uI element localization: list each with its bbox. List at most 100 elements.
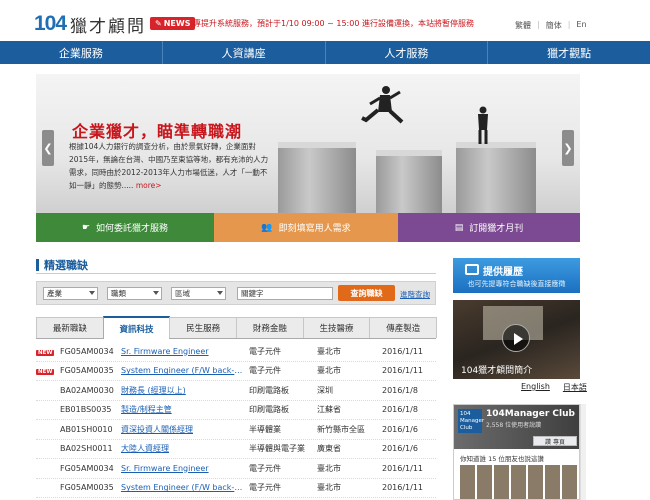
job-industry: 電子元件 (249, 463, 281, 473)
job-code: BA02AM0030 (60, 385, 114, 395)
region-select[interactable]: 區域 (171, 287, 226, 300)
job-code: FG05AM0034 (60, 346, 114, 356)
job-location: 深圳 (317, 385, 333, 395)
pillar-3 (456, 148, 536, 214)
job-date: 2016/1/6 (382, 424, 418, 434)
video-caption: 104獵才顧問簡介 (461, 366, 533, 376)
hero-banner[interactable]: 企業獵才，瞄準轉職潮 根據104人力銀行的調查分析，由於景氣好轉，企業面對201… (36, 74, 580, 214)
job-code: BA02SH0011 (60, 444, 113, 454)
resume-icon (465, 264, 479, 275)
cta-fill-requirement[interactable]: 👥 即刻填寫用人需求 (214, 213, 398, 242)
video-lang-english[interactable]: English (521, 382, 550, 393)
club-logo: 104 Manager Club (458, 409, 485, 433)
job-date: 2016/1/11 (382, 366, 424, 376)
intro-video[interactable]: 104獵才顧問簡介 (453, 300, 580, 379)
job-industry: 半導體業 (249, 424, 281, 434)
job-location: 臺北市 (317, 346, 341, 356)
banner-body: 根據104人力銀行的調查分析，由於景氣好轉，企業面對2015年，無論在台灣、中國… (69, 142, 269, 190)
job-industry: 印刷電路板 (249, 385, 289, 395)
tab-consumer-services[interactable]: 民生服務 (169, 317, 238, 338)
job-title-link[interactable]: 財務長 (經理以上) (121, 385, 249, 396)
tab-manufacturing[interactable]: 傳產製造 (369, 317, 438, 338)
divider (36, 273, 436, 274)
table-row: BA02SH0011 大陸人資經理 半導體與電子業 廣東省 2016/1/6 (36, 440, 436, 459)
submit-resume-button[interactable]: 提供履歷 也可先提專符合職缺後直接應徵 (453, 258, 580, 293)
job-title-link[interactable]: Sr. Firmware Engineer (121, 347, 249, 356)
job-title-link[interactable]: 大陸人資經理 (121, 443, 249, 454)
lang-english[interactable]: En (576, 20, 586, 31)
job-code: FG05AM0034 (60, 463, 114, 473)
advanced-search-link[interactable]: 進階查詢 (400, 289, 430, 300)
search-jobs-button[interactable]: 查詢職缺 (338, 285, 395, 301)
nav-talent-service[interactable]: 人才服務 (326, 41, 489, 64)
pillar-2-top (376, 150, 442, 156)
job-location: 臺北市 (317, 463, 341, 473)
chevron-down-icon (217, 291, 223, 295)
new-badge: NEW (36, 349, 55, 356)
banner-next-arrow[interactable]: ❯ (562, 130, 574, 166)
club-post-text: 你知道誰 15 位朋友也說這讚 (460, 455, 544, 463)
standing-businessman (478, 106, 488, 144)
banner-more-link[interactable]: more> (136, 181, 162, 190)
video-lang-japanese[interactable]: 日本語 (563, 382, 587, 393)
lang-traditional[interactable]: 繁體 (515, 20, 531, 31)
resume-title: 提供履歷 (483, 267, 523, 278)
job-code: FG05AM0035 (60, 483, 114, 493)
job-category-tabs: 最新職缺 資訊科技 民生服務 財務金融 生技醫療 傳產製造 (36, 316, 438, 339)
main-nav: 企業服務 人資講座 人才服務 獵才觀點 (0, 41, 650, 64)
cta-how-to-commission[interactable]: ☛ 如何委託獵才服務 (36, 213, 214, 242)
job-code: FG05AM0035 (60, 366, 114, 376)
job-location: 江蘇省 (317, 405, 341, 415)
maintenance-notice: 專提升系統服務，預計于1/10 09:00 ~ 15:00 進行設備運換，本站將… (193, 19, 474, 28)
tab-finance[interactable]: 財務金融 (236, 317, 304, 338)
pillar-3-top (456, 142, 536, 148)
language-switcher: 繁體 | 簡体 | En (515, 20, 587, 31)
job-date: 2016/1/8 (382, 385, 418, 395)
friend-thumbnails (460, 465, 577, 499)
tab-it[interactable]: 資訊科技 (102, 316, 171, 339)
news-badge: ✎ NEWS (150, 17, 196, 30)
site-logo[interactable]: 104 獵才顧問 (34, 12, 147, 37)
play-icon[interactable] (502, 324, 530, 352)
hand-icon: ☛ (81, 222, 91, 233)
job-location: 臺北市 (317, 483, 341, 493)
banner-headline: 企業獵才，瞄準轉職潮 (72, 122, 243, 141)
job-date: 2016/1/11 (382, 463, 424, 473)
scrollbar[interactable] (580, 404, 586, 500)
job-title-link[interactable]: 製造/制程主管 (121, 404, 249, 415)
video-language-links: English 日本語 (521, 382, 587, 393)
job-title-link[interactable]: System Engineer (F/W back-end) (121, 483, 249, 492)
chevron-down-icon (153, 291, 159, 295)
jumping-businessman (361, 86, 404, 124)
job-search-bar: 產業 職類 區域 關鍵字 查詢職缺 進階查詢 (36, 281, 436, 305)
cta-subscribe-monthly[interactable]: ▤ 訂閱獵才月刊 (398, 213, 580, 242)
like-page-button[interactable]: 讚 專頁 (533, 436, 577, 446)
job-title-link[interactable]: Sr. Firmware Engineer (121, 464, 249, 473)
table-row: AB01SH0010 資深投資人關係經理 半導體業 新竹縣市全區 2016/1/… (36, 420, 436, 440)
category-select[interactable]: 職類 (107, 287, 162, 300)
nav-insights[interactable]: 獵才觀點 (488, 41, 650, 64)
newsletter-icon: ▤ (454, 222, 464, 233)
keyword-input[interactable]: 關鍵字 (237, 287, 333, 300)
nav-hr-seminar[interactable]: 人資講座 (163, 41, 326, 64)
industry-select[interactable]: 產業 (43, 287, 98, 300)
section-marker (36, 259, 39, 271)
job-code: AB01SH0010 (60, 424, 113, 434)
tab-latest[interactable]: 最新職缺 (36, 317, 104, 338)
divider: | (537, 20, 540, 29)
job-industry: 電子元件 (249, 483, 281, 493)
job-industry: 半導體與電子業 (249, 444, 305, 454)
nav-enterprise[interactable]: 企業服務 (0, 41, 163, 64)
banner-prev-arrow[interactable]: ❮ (42, 130, 54, 166)
job-title-link[interactable]: System Engineer (F/W back-end) (121, 366, 249, 375)
logo-text: 獵才顧問 (70, 16, 147, 37)
lang-simplified[interactable]: 簡体 (546, 20, 562, 31)
facebook-page-widget[interactable]: 104 Manager Club 104Manager Club 2,558 位… (453, 404, 580, 500)
table-row: NEW FG05AM0035 System Engineer (F/W back… (36, 362, 436, 381)
table-row: NEW FG05AM0034 Sr. Firmware Engineer 電子元… (36, 342, 436, 362)
job-industry: 印刷電路板 (249, 405, 289, 415)
job-title-link[interactable]: 資深投資人關係經理 (121, 424, 249, 435)
club-name[interactable]: 104Manager Club (486, 409, 575, 419)
table-row: BA02AM0030 財務長 (經理以上) 印刷電路板 深圳 2016/1/8 (36, 381, 436, 401)
tab-biotech[interactable]: 生技醫療 (302, 317, 371, 338)
